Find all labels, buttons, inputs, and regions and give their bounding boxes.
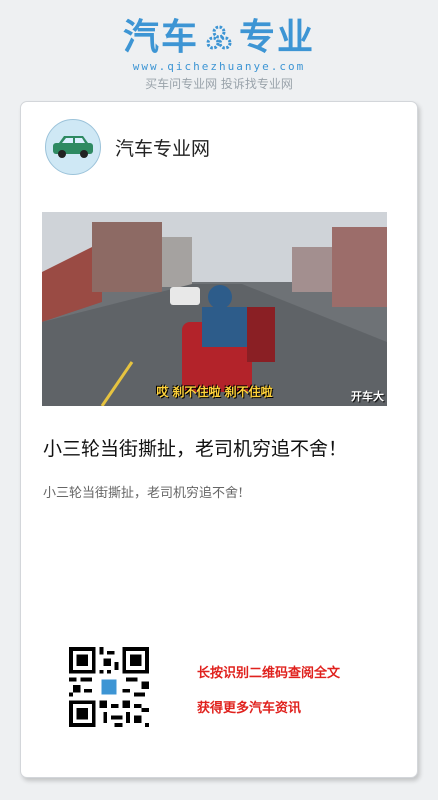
- logo-text-left: 汽车: [122, 17, 199, 58]
- site-header: 汽车 专业 www.qichezhuanye.com 买车问专业网 投诉找专业网: [0, 18, 438, 92]
- article-summary: 小三轮当街撕扯，老司机穷追不舍!: [43, 486, 244, 501]
- video-watermark: 开车大: [351, 390, 384, 403]
- video-subtitle: 哎 刹不住啦 刹不住啦: [156, 385, 273, 399]
- video-scene: [42, 212, 387, 406]
- author-info[interactable]: 汽车专业网: [45, 119, 210, 175]
- qr-instructions: 长按识别二维码查阅全文 获得更多汽车资讯: [197, 662, 340, 732]
- site-url: www.qichezhuanye.com: [132, 60, 306, 73]
- author-name: 汽车专业网: [115, 137, 211, 160]
- video-thumbnail[interactable]: 哎 刹不住啦 刹不住啦 开车大: [42, 212, 387, 406]
- cta-line-1: 长按识别二维码查阅全文: [197, 666, 341, 681]
- site-logo: 汽车 专业: [123, 18, 315, 58]
- avatar[interactable]: [45, 119, 101, 175]
- car-icon: [53, 136, 93, 158]
- qr-code[interactable]: [69, 647, 149, 727]
- article-card: 汽车专业网 哎 刹不住啦 刹不住啦 开车大 小三轮当街撕扯，老司机穷追不舍！ 小…: [20, 101, 418, 778]
- logo-text-right: 专业: [239, 17, 316, 58]
- cta-line-2: 获得更多汽车资讯: [197, 701, 302, 716]
- article-title[interactable]: 小三轮当街撕扯，老司机穷追不舍！: [43, 436, 403, 462]
- site-slogan: 买车问专业网 投诉找专业网: [145, 77, 293, 91]
- gear-icon: [206, 25, 232, 50]
